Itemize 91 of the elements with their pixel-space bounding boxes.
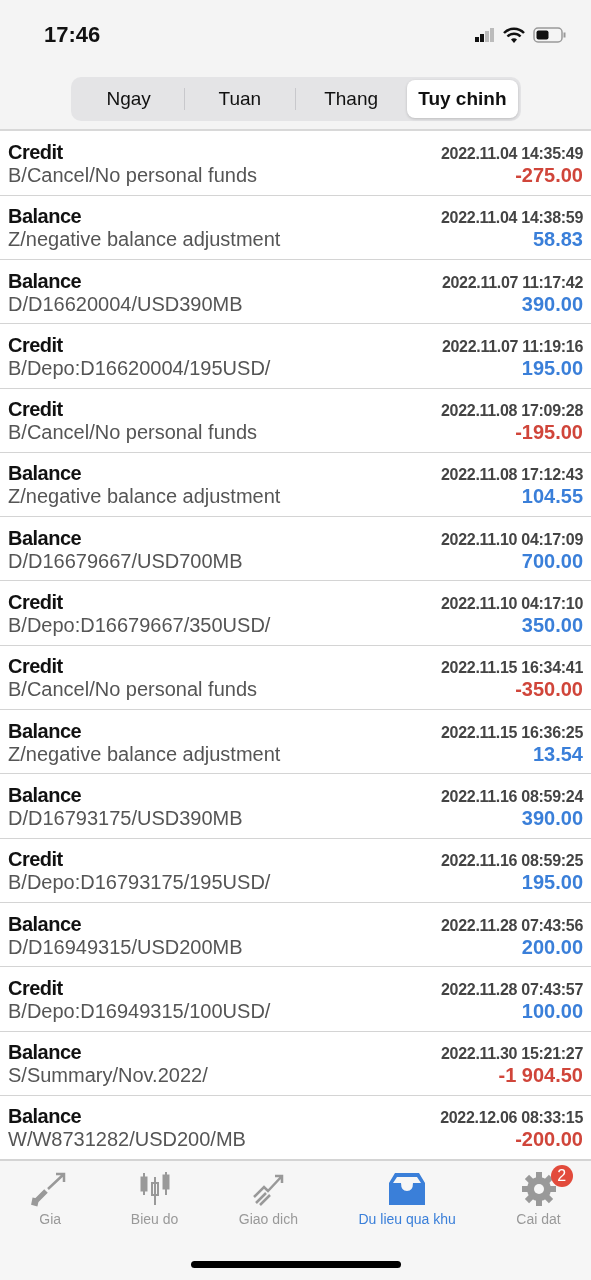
deal-amount: -275.00 — [515, 164, 583, 187]
deal-time: 2022.12.06 08:33:15 — [440, 1109, 583, 1128]
history-row[interactable]: Balance 2022.11.28 07:43:56 D/D16949315/USD200MB 200.00 — [0, 902, 591, 968]
battery-icon — [533, 26, 567, 43]
deal-comment: B/Depo:D16949315/100USD/ — [8, 999, 271, 1023]
nav-tab[interactable]: Du lieu qua khu — [346, 1165, 468, 1228]
period-tab[interactable]: Ngay — [73, 80, 184, 119]
deal-comment: D/D16620004/USD390MB — [8, 292, 243, 316]
nav-tab[interactable]: Cai dat 2 — [504, 1165, 573, 1228]
deal-amount: 700.00 — [521, 549, 583, 573]
wifi-icon — [503, 26, 525, 43]
period-tab[interactable]: Tuan — [184, 80, 295, 119]
deal-comment: B/Cancel/No personal funds — [8, 678, 258, 702]
deal-amount: 58.83 — [532, 228, 583, 252]
history-row[interactable]: Balance 2022.11.10 04:17:09 D/D16679667/USD700MB 700.00 — [0, 517, 591, 582]
deal-amount: 195.00 — [521, 871, 583, 895]
history-row[interactable]: Balance 2022.11.08 17:12:43 Z/negative balance adjustment 104.55 — [0, 452, 591, 518]
notification-badge: 2 — [550, 1165, 573, 1188]
deal-comment: Z/negative balance adjustment — [8, 742, 281, 766]
deal-amount: -1 904.50 — [498, 1064, 583, 1088]
history-row[interactable]: Balance 2022.11.07 11:17:42 D/D16620004/USD390MB 390.00 — [0, 259, 591, 325]
deal-amount: 390.00 — [521, 292, 583, 316]
history-row[interactable]: Credit 2022.11.08 17:09:28 B/Cancel/No personal funds -195.00 — [0, 388, 591, 453]
deal-comment: D/D16793175/USD390MB — [8, 806, 243, 830]
deal-time: 2022.11.04 14:38:59 — [441, 209, 583, 228]
history-row[interactable]: Credit 2022.11.04 14:35:49 B/Cancel/No personal funds -275.00 — [0, 131, 591, 196]
deal-type: Credit — [8, 141, 63, 164]
signal-icon — [475, 27, 495, 42]
deal-comment: D/D16949315/USD200MB — [8, 935, 243, 959]
deal-type: Credit — [8, 333, 63, 357]
history-row[interactable]: Credit 2022.11.16 08:59:25 B/Depo:D16793175/195USD/ 195.00 — [0, 838, 591, 903]
deal-amount: 390.00 — [521, 806, 583, 830]
deal-time: 2022.11.08 17:12:43 — [441, 466, 583, 485]
deal-amount: -195.00 — [515, 421, 583, 445]
deal-type: Balance — [8, 783, 82, 807]
deal-type: Credit — [8, 591, 63, 615]
history-row[interactable]: Credit 2022.11.07 11:19:16 B/Depo:D16620004/195USD/ 195.00 — [0, 324, 591, 389]
deal-amount: 200.00 — [521, 935, 583, 959]
deal-time: 2022.11.15 16:36:25 — [441, 723, 583, 742]
deal-comment: W/W8731282/USD200/MB — [8, 1128, 246, 1152]
inbox-icon — [387, 1171, 428, 1208]
history-row[interactable]: Balance 2022.11.15 16:36:25 Z/negative balance adjustment 13.54 — [0, 710, 591, 775]
deal-amount: 104.55 — [521, 485, 583, 509]
deal-comment: B/Depo:D16620004/195USD/ — [8, 356, 271, 380]
deal-amount: 13.54 — [532, 742, 583, 766]
status-time: 17:46 — [44, 21, 101, 48]
period-tab[interactable]: Tuy chinh — [407, 80, 518, 119]
deal-time: 2022.11.10 04:17:09 — [441, 530, 583, 549]
deal-type: Credit — [8, 398, 63, 422]
history-row[interactable]: Balance 2022.11.04 14:38:59 Z/negative balance adjustment 58.83 — [0, 195, 591, 260]
deal-comment: B/Depo:D16679667/350USD/ — [8, 614, 271, 638]
deal-comment: B/Cancel/No personal funds — [8, 164, 258, 187]
deal-time: 2022.11.08 17:09:28 — [441, 402, 583, 421]
deal-time: 2022.11.30 15:21:27 — [441, 1045, 583, 1064]
deal-amount: -200.00 — [515, 1128, 583, 1152]
deal-time: 2022.11.07 11:17:42 — [441, 273, 583, 292]
history-row[interactable]: Credit 2022.11.10 04:17:10 B/Depo:D16679667/350USD/ 350.00 — [0, 581, 591, 646]
deal-time: 2022.11.07 11:19:16 — [441, 337, 583, 356]
history-row[interactable]: Balance 2022.11.16 08:59:24 D/D16793175/USD390MB 390.00 — [0, 774, 591, 839]
history-row[interactable]: Balance 2022.11.30 15:21:27 S/Summary/Nov.2022/ -1 904.50 — [0, 1031, 591, 1096]
deal-comment: B/Cancel/No personal funds — [8, 421, 258, 445]
deal-time: 2022.11.16 08:59:25 — [441, 852, 583, 871]
deal-type: Balance — [8, 526, 82, 550]
deal-time: 2022.11.16 08:59:24 — [441, 787, 583, 806]
deal-comment: D/D16679667/USD700MB — [8, 549, 243, 573]
deal-amount: 195.00 — [521, 356, 583, 380]
history-row[interactable]: Credit 2022.11.28 07:43:57 B/Depo:D16949315/100USD/ 100.00 — [0, 967, 591, 1032]
deal-type: Balance — [8, 719, 82, 743]
deal-comment: Z/negative balance adjustment — [8, 228, 281, 252]
deal-type: Credit — [8, 655, 63, 679]
deal-type: Balance — [8, 1041, 82, 1065]
history-row[interactable]: Credit 2022.11.15 16:34:41 B/Cancel/No personal funds -350.00 — [0, 645, 591, 711]
deal-type: Credit — [8, 848, 63, 872]
deal-amount: 100.00 — [521, 999, 583, 1023]
deal-type: Credit — [8, 976, 63, 1000]
deal-amount: -350.00 — [515, 678, 583, 702]
period-tab[interactable]: Thang — [296, 80, 407, 119]
deal-type: Balance — [8, 912, 82, 936]
deal-type: Balance — [8, 1105, 82, 1129]
deal-time: 2022.11.10 04:17:10 — [441, 595, 583, 614]
deal-type: Balance — [8, 205, 82, 229]
deal-comment: B/Depo:D16793175/195USD/ — [8, 871, 271, 895]
deal-comment: Z/negative balance adjustment — [8, 485, 281, 509]
deal-type: Balance — [8, 269, 82, 293]
deal-time: 2022.11.15 16:34:41 — [441, 659, 583, 678]
deal-time: 2022.11.04 14:35:49 — [441, 145, 583, 163]
deal-amount: 350.00 — [521, 614, 583, 638]
deal-time: 2022.11.28 07:43:57 — [441, 980, 583, 999]
deal-type: Balance — [8, 462, 82, 486]
deal-comment: S/Summary/Nov.2022/ — [8, 1064, 208, 1088]
deal-time: 2022.11.28 07:43:56 — [441, 916, 583, 935]
